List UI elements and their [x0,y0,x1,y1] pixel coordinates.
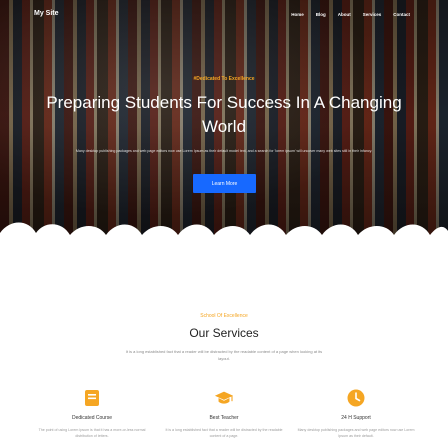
service-card-text: It is a long established fact that a rea… [165,428,283,438]
graduation-cap-icon [214,388,234,408]
nav-link-services[interactable]: Services [363,12,382,17]
nav-link-home[interactable]: Home [291,12,304,17]
service-card-title: Best Teacher [209,415,239,421]
clock-icon [346,388,366,408]
learn-more-button[interactable]: Learn More [193,174,256,193]
nav-link-contact[interactable]: Contact [393,12,410,17]
services-section: School Of Excellence Our Services It is … [0,254,448,448]
service-card-title: Dedicated Course [71,415,113,421]
hero-tagline: #Dedicated To Excellence [193,76,255,82]
nav-link-blog[interactable]: Blog [316,12,326,17]
service-card-title: 24 H Support [341,415,371,421]
top-navbar: My Site Home Blog About Services Contact [0,0,448,30]
book-icon [82,388,102,408]
cloud-wave-divider [0,222,448,254]
hero-headline: Preparing Students For Success In A Chan… [46,93,402,136]
hero-section: My Site Home Blog About Services Contact… [0,0,448,254]
service-card-text: The point of using Lorem Ipsum is that i… [38,428,146,438]
services-title: Our Services [189,326,259,340]
site-logo[interactable]: My Site [34,10,59,17]
services-description: It is a long established fact that a rea… [125,349,323,361]
services-eyebrow: School Of Excellence [200,313,248,319]
service-card-24h-support: 24 H Support Many desktop publishing pac… [296,388,416,439]
service-card-text: Many desktop publishing packages and web… [297,428,415,438]
service-card-dedicated-course: Dedicated Course The point of using Lore… [32,388,152,439]
nav-link-about[interactable]: About [338,12,351,17]
service-card-best-teacher: Best Teacher It is a long established fa… [164,388,284,439]
nav-links: Home Blog About Services Contact [291,12,410,17]
hero-subtext: Many desktop publishing packages and web… [75,149,373,153]
